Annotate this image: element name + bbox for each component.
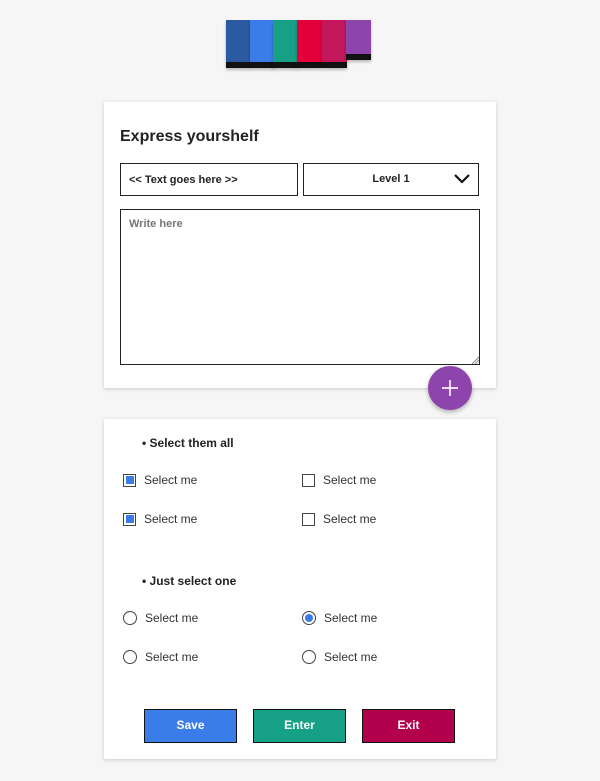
plus-icon [442, 380, 458, 396]
checkbox-group-label-text: Select them all [149, 436, 234, 450]
checkbox-label: Select me [323, 512, 377, 526]
checkbox[interactable] [123, 473, 136, 487]
checkbox-label: Select me [144, 512, 198, 526]
enter-button[interactable]: Enter [253, 709, 346, 743]
radio-group-label-text: Just select one [149, 574, 237, 588]
radio-option[interactable]: Select me [302, 648, 377, 666]
radio-button[interactable] [302, 611, 316, 625]
checkbox-option[interactable]: Select me [123, 471, 197, 489]
chevron-down-icon [454, 174, 470, 184]
logo [226, 20, 376, 70]
logo-bar [297, 20, 322, 68]
radio-option[interactable]: Select me [123, 648, 198, 666]
radio-label: Select me [145, 611, 199, 625]
logo-bar [322, 20, 347, 68]
logo-bar [346, 20, 371, 60]
express-card: Express yourshelf Level 1 [104, 102, 496, 388]
radio-label: Select me [324, 611, 378, 625]
radio-group-label: • Just select one [142, 574, 237, 588]
radio-button[interactable] [302, 650, 316, 664]
checkbox-option[interactable]: Select me [302, 471, 376, 489]
checkbox[interactable] [302, 473, 315, 487]
card-title: Express yourshelf [120, 128, 259, 145]
checkbox-option[interactable]: Select me [123, 510, 197, 528]
checkbox[interactable] [123, 512, 136, 526]
radio-label: Select me [324, 650, 378, 664]
add-button[interactable] [428, 366, 472, 410]
checkbox-group-label: • Select them all [142, 436, 234, 450]
checkbox[interactable] [302, 512, 315, 526]
checkbox-label: Select me [144, 473, 198, 487]
radio-label: Select me [145, 650, 199, 664]
selection-card: • Select them all Select me Select me Se… [104, 419, 496, 759]
radio-button[interactable] [123, 650, 137, 664]
level-select-value: Level 1 [372, 173, 410, 185]
level-select[interactable]: Level 1 [303, 163, 479, 196]
logo-bar [226, 20, 251, 68]
message-textarea[interactable] [120, 209, 480, 365]
checkbox-label: Select me [323, 473, 377, 487]
radio-option[interactable]: Select me [302, 609, 377, 627]
logo-bar [250, 20, 275, 68]
text-input[interactable] [120, 163, 298, 196]
resize-grip-icon[interactable] [470, 355, 479, 364]
checkbox-option[interactable]: Select me [302, 510, 376, 528]
radio-option[interactable]: Select me [123, 609, 198, 627]
exit-button[interactable]: Exit [362, 709, 455, 743]
logo-bar [273, 20, 298, 68]
save-button[interactable]: Save [144, 709, 237, 743]
radio-button[interactable] [123, 611, 137, 625]
